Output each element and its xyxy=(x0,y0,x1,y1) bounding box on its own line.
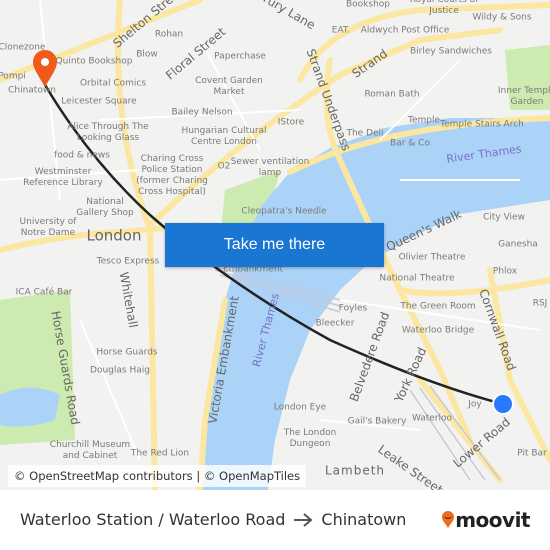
map-label: Horse Guards xyxy=(96,347,158,358)
map-label: The London Dungeon xyxy=(283,428,337,449)
map-label: Phlox xyxy=(492,266,518,277)
map-pin-icon xyxy=(33,50,57,87)
map-label: Ganesha xyxy=(498,239,538,250)
map-label: The Red Lion xyxy=(130,448,190,459)
map-label: Covent Garden Market xyxy=(195,76,263,97)
map-label: London Eye xyxy=(273,402,327,413)
map-label: City View xyxy=(483,212,525,223)
map-label: Westminster Reference Library xyxy=(23,167,103,188)
map-label: Douglas Haig xyxy=(90,365,150,376)
map-label: Pompi xyxy=(0,71,26,82)
map-label: Roman Bath xyxy=(364,89,420,100)
map-label: Olivier Theatre xyxy=(398,252,466,263)
footer: Waterloo Station / Waterloo Road Chinato… xyxy=(0,490,550,550)
map-label: EAT. xyxy=(331,25,351,36)
map-label: Temple xyxy=(407,115,441,126)
map-label: Temple Stairs Arch xyxy=(440,119,524,130)
map-label: Blow xyxy=(136,49,158,60)
map-label: Inner Temple Garden xyxy=(497,86,550,107)
map-label: Bleecker xyxy=(315,318,355,329)
map-label: Sewer ventilation lamp xyxy=(230,157,310,178)
map-label: Waterloo xyxy=(411,413,453,424)
map-label: London xyxy=(86,226,142,245)
map-label: Tesco Express xyxy=(96,256,160,267)
map-label: Orbital Comics xyxy=(79,78,147,89)
map-label: RSJ xyxy=(532,298,548,309)
map-label: ICA Café Bar xyxy=(15,287,73,298)
map-label: Joy xyxy=(468,399,482,410)
map-label: Cleopatra's Needle xyxy=(241,206,327,217)
map-label: The Green Room xyxy=(400,301,476,312)
map-label: Birley Sandwiches xyxy=(410,46,492,57)
pond xyxy=(0,387,60,427)
map-label: Pit Bar xyxy=(517,448,547,459)
map-label: Royal Courts of Justice xyxy=(409,0,479,16)
map-label: National Theatre xyxy=(379,273,455,284)
map-label: Bookshop xyxy=(345,0,391,10)
map-label: Churchill Museum and Cabinet xyxy=(49,440,131,461)
route-title: Waterloo Station / Waterloo Road Chinato… xyxy=(20,510,406,529)
map-label: Chinatown xyxy=(8,85,56,96)
origin-name: Waterloo Station / Waterloo Road xyxy=(20,510,286,529)
map-label: Leicester Square xyxy=(61,96,137,107)
map[interactable]: Clonezone Quinto Bookshop Pompi Chinatow… xyxy=(0,0,550,490)
map-label: IStore xyxy=(277,117,305,128)
map-label: Paperchase xyxy=(214,51,266,62)
brand-name: moovit xyxy=(455,508,530,532)
map-label: Alice Through The Looking Glass xyxy=(67,122,149,143)
map-label: food & news xyxy=(54,150,110,161)
map-label: Gail's Bakery xyxy=(347,416,407,427)
map-label: National Gallery Shop xyxy=(76,197,134,218)
map-label: Wildy & Sons xyxy=(472,12,532,23)
map-label: Waterloo Bridge xyxy=(401,325,475,336)
map-label: Clonezone xyxy=(0,42,46,53)
map-label: Quinto Bookshop xyxy=(55,56,133,67)
destination-name: Chinatown xyxy=(321,510,407,529)
arrow-right-icon xyxy=(294,512,313,527)
take-me-there-button[interactable]: Take me there xyxy=(165,223,384,267)
moovit-logo: moovit xyxy=(441,508,530,532)
map-label: The Deli xyxy=(346,128,384,139)
map-attribution[interactable]: © OpenStreetMap contributors | © OpenMap… xyxy=(8,465,307,487)
map-label: Rohan xyxy=(154,29,184,40)
map-label: Bailey Nelson xyxy=(171,107,233,118)
map-label: Bar & Co xyxy=(390,138,430,149)
map-label: Foyles xyxy=(338,303,368,314)
moovit-pin-icon xyxy=(442,511,455,528)
map-label: Aldwych Post Office xyxy=(360,25,450,36)
map-label: Hungarian Cultural Centre London xyxy=(181,126,267,147)
blue-dot-icon xyxy=(492,393,514,415)
map-label: O2 xyxy=(217,161,231,172)
area-label: Lambeth xyxy=(324,463,386,478)
map-label: University of Notre Dame xyxy=(19,217,77,238)
map-label: Charing Cross Police Station (former Cha… xyxy=(136,154,208,197)
